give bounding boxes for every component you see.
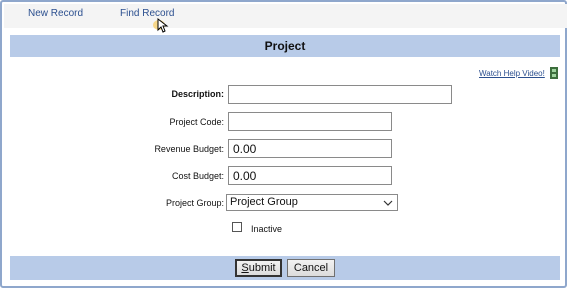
submit-button[interactable]: Submit <box>235 259 282 277</box>
cancel-button[interactable]: Cancel <box>287 259 335 277</box>
project-code-label: Project Code: <box>169 117 224 127</box>
chevron-down-icon <box>383 200 393 206</box>
inactive-checkbox[interactable] <box>232 222 242 232</box>
submit-label: ubmit <box>248 262 276 274</box>
revenue-budget-field[interactable] <box>228 139 392 158</box>
page-title: Project <box>10 35 560 57</box>
cost-budget-field[interactable] <box>228 166 392 185</box>
cost-budget-label: Cost Budget: <box>171 171 224 181</box>
project-group-label: Project Group: <box>165 198 224 208</box>
action-bar <box>10 256 560 280</box>
toolbar <box>4 4 567 28</box>
project-group-selected: Project Group <box>230 196 298 208</box>
description-label: Description: <box>171 89 224 99</box>
inactive-label: Inactive <box>251 224 283 234</box>
project-code-field[interactable] <box>228 112 392 131</box>
description-field[interactable] <box>228 85 452 104</box>
project-group-select[interactable]: Project Group <box>226 194 398 211</box>
new-record-link[interactable]: New Record <box>28 8 83 19</box>
film-icon[interactable] <box>550 67 558 79</box>
submit-accesskey: S <box>241 262 249 274</box>
mouse-cursor-icon <box>153 17 169 33</box>
revenue-budget-label: Revenue Budget: <box>154 144 224 154</box>
watch-help-video-link[interactable]: Watch Help Video! <box>479 69 545 78</box>
